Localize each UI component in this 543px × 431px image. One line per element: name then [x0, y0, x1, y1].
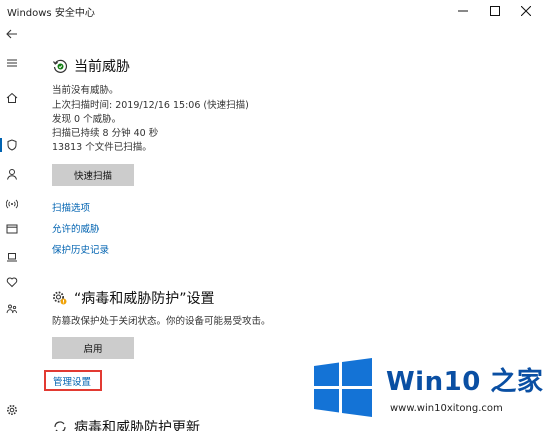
windows-logo-icon — [314, 358, 372, 417]
nav-active-indicator — [0, 138, 2, 152]
nav-family-options[interactable] — [5, 302, 19, 316]
nav-home[interactable] — [5, 91, 19, 105]
protection-updates-title: 病毒和威胁防护更新 — [74, 420, 200, 431]
close-icon — [521, 6, 531, 16]
nav-device-security[interactable] — [5, 250, 19, 264]
watermark: Win10 之家 www.win10xitong.com — [310, 355, 543, 431]
quick-scan-button[interactable]: 快速扫描 — [52, 164, 134, 186]
current-threats-header: 当前威胁 — [52, 56, 130, 76]
navigation-rail — [0, 22, 24, 431]
scan-options-link[interactable]: 扫描选项 — [52, 200, 90, 214]
nav-settings[interactable] — [5, 403, 19, 417]
nav-device-health[interactable] — [5, 275, 19, 289]
tamper-protection-status: 防篡改保护处于关闭状态。你的设备可能易受攻击。 — [52, 316, 271, 327]
protection-history-link[interactable]: 保护历史记录 — [52, 242, 109, 256]
enable-button[interactable]: 启用 — [52, 337, 134, 359]
settings-warning-icon — [53, 291, 67, 305]
refresh-icon — [54, 421, 66, 431]
hamburger-menu-icon — [7, 59, 17, 67]
protection-settings-header: “病毒和威胁防护”设置 — [52, 288, 215, 308]
browser-window-icon — [6, 224, 18, 234]
allowed-threats-link[interactable]: 允许的威胁 — [52, 221, 100, 235]
shield-icon — [7, 139, 17, 151]
files-scanned-line: 13813 个文件已扫描。 — [52, 142, 152, 153]
protection-settings-title: “病毒和威胁防护”设置 — [74, 291, 215, 307]
nav-account-protection[interactable] — [5, 167, 19, 181]
watermark-url: www.win10xitong.com — [390, 403, 503, 414]
back-arrow-icon — [6, 29, 17, 39]
heart-icon — [6, 277, 18, 288]
laptop-icon — [7, 253, 17, 262]
threat-status-line: 当前没有威胁。 — [52, 85, 119, 96]
threats-found-line: 发现 0 个威胁。 — [52, 114, 122, 125]
threat-history-icon — [53, 59, 68, 73]
protection-updates-header: 病毒和威胁防护更新 — [52, 417, 200, 431]
last-scan-line: 上次扫描时间: 2019/12/16 15:06 (快速扫描) — [52, 100, 249, 111]
menu-button[interactable] — [5, 56, 19, 70]
wireless-icon — [6, 199, 18, 209]
watermark-brand: Win10 之家 — [386, 367, 543, 397]
back-button[interactable] — [5, 27, 19, 41]
home-icon — [6, 92, 18, 103]
current-threats-title: 当前威胁 — [74, 59, 130, 75]
scan-duration-line: 扫描已持续 8 分钟 40 秒 — [52, 128, 159, 139]
nav-app-browser-control[interactable] — [5, 222, 19, 236]
gear-icon — [7, 405, 17, 415]
nav-virus-protection[interactable] — [5, 138, 19, 152]
family-icon — [6, 304, 18, 314]
nav-firewall[interactable] — [5, 196, 19, 210]
person-icon — [7, 169, 17, 180]
highlight-box — [44, 370, 102, 391]
